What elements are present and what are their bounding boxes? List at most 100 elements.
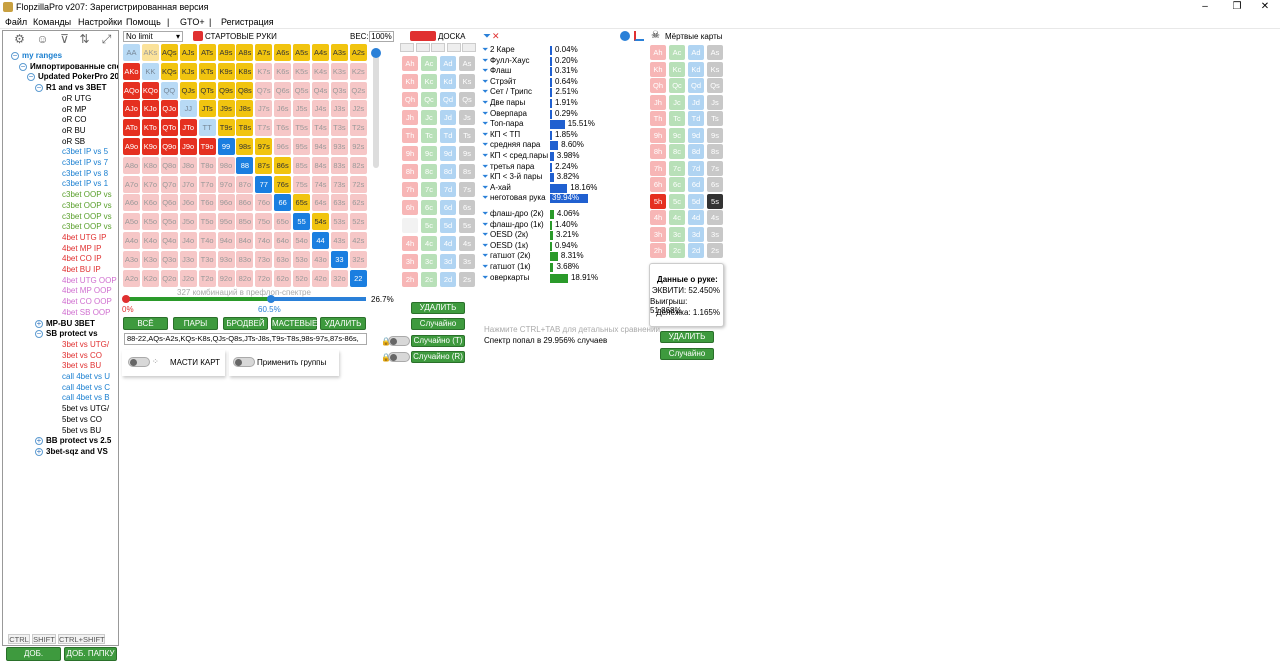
hand-cell[interactable]: K8s	[236, 62, 254, 80]
stat-filter-icon[interactable]: ⏷	[482, 230, 488, 240]
tree-item[interactable]: c3bet OOP vs	[62, 201, 112, 212]
hand-cell[interactable]: 93s	[330, 138, 348, 155]
groups-toggle[interactable]	[233, 357, 255, 367]
board-card[interactable]: Kc	[421, 74, 437, 89]
broadway-button[interactable]: БРОДВЕЙ	[223, 317, 268, 330]
board-card[interactable]: Ad	[440, 56, 456, 71]
stat-name[interactable]: 2 Каре	[490, 45, 515, 54]
stat-filter-icon[interactable]: ⏷	[482, 119, 488, 129]
hand-cell[interactable]: K7s	[255, 62, 273, 80]
tree-item[interactable]: c3bet IP vs 1	[62, 179, 108, 190]
users-icon[interactable]: ☺	[35, 32, 50, 46]
menu-commands[interactable]: Команды	[33, 17, 71, 27]
tree-toggle[interactable]: −	[35, 330, 43, 339]
limit-select[interactable]: No limit ▾	[123, 31, 183, 42]
hand-cell[interactable]: 64s	[312, 194, 329, 212]
dead-card[interactable]: Jd	[688, 94, 704, 110]
dead-card[interactable]: Js	[707, 94, 723, 110]
tree-item[interactable]: my ranges	[22, 51, 62, 62]
hand-cell[interactable]: J7o	[179, 175, 197, 193]
stat-filter-icon[interactable]: ⏷	[482, 262, 488, 272]
dead-delete-button[interactable]: УДАЛИТЬ	[660, 331, 714, 343]
stat-filter-icon[interactable]: ⏷	[482, 130, 488, 140]
dead-card[interactable]: 9h	[650, 127, 666, 143]
dead-card[interactable]: 9s	[707, 127, 723, 143]
hand-cell[interactable]: 88	[236, 156, 254, 174]
dead-card[interactable]: 2c	[669, 243, 685, 258]
board-card[interactable]: 6s	[459, 200, 475, 215]
stat-filter-icon[interactable]: ⏷	[482, 251, 488, 261]
settings-icon[interactable]: ⚙	[12, 32, 27, 46]
dead-card[interactable]: Kh	[650, 61, 666, 77]
hand-cell[interactable]: 42s	[349, 232, 367, 249]
hand-cell[interactable]: Q8s	[236, 81, 254, 99]
board-card[interactable]: 4s	[459, 236, 475, 251]
stat-filter-icon[interactable]: ⏷	[482, 45, 488, 55]
stat-name[interactable]: КП < сред.пары	[490, 151, 548, 160]
board-slot[interactable]	[446, 43, 461, 52]
stat-filter-icon[interactable]: ⏷	[482, 162, 488, 172]
hand-cell[interactable]: 83s	[330, 156, 348, 174]
hand-cell[interactable]: 52o	[293, 269, 311, 287]
board-card[interactable]: 7h	[402, 182, 418, 197]
dead-card[interactable]: 6c	[669, 177, 685, 192]
hand-cell[interactable]: 72s	[349, 175, 367, 193]
stat-filter-icon[interactable]: ⏷	[482, 241, 488, 251]
hand-cell[interactable]: 98s	[236, 138, 254, 155]
hand-cell[interactable]: A3s	[330, 44, 348, 61]
stat-name[interactable]: гатшот (2к)	[490, 251, 531, 260]
board-card[interactable]: Qh	[402, 92, 418, 107]
hand-cell[interactable]: J4o	[179, 232, 197, 249]
hand-cell[interactable]: 63s	[330, 194, 348, 212]
menu-settings[interactable]: Настройки	[78, 17, 122, 27]
hand-cell[interactable]: J5s	[293, 100, 311, 118]
hand-cell[interactable]: A2o	[123, 269, 140, 287]
range-slider-handle[interactable]	[266, 295, 275, 303]
all-button[interactable]: ВСЁ	[123, 317, 168, 330]
hand-cell[interactable]: K8o	[141, 156, 159, 174]
stat-filter-icon[interactable]: ⏷	[482, 87, 488, 97]
dead-card[interactable]: 7h	[650, 160, 666, 176]
hand-cell[interactable]: T4o	[198, 232, 216, 249]
hand-cell[interactable]: A7s	[255, 44, 273, 61]
dead-card[interactable]: 9d	[688, 127, 704, 143]
suits-toggle[interactable]	[128, 357, 150, 367]
dead-card[interactable]: 8d	[688, 144, 704, 159]
dead-card[interactable]: Kc	[669, 61, 685, 77]
stat-name[interactable]: гатшот (1к)	[490, 262, 531, 271]
hand-cell[interactable]: A5s	[293, 44, 311, 61]
dead-card[interactable]: 4d	[688, 210, 704, 225]
tree-toggle[interactable]: −	[35, 84, 43, 93]
stat-filter-icon[interactable]: ⏷	[482, 140, 488, 150]
tree-item[interactable]: 4bet UTG OOP	[62, 276, 117, 287]
menu-registration[interactable]: Регистрация	[221, 17, 274, 27]
board-card[interactable]: 8h	[402, 164, 418, 179]
tree-toggle[interactable]: +	[35, 437, 43, 446]
tree-item[interactable]: oR MP	[62, 105, 86, 116]
stat-name[interactable]: Оверпара	[490, 109, 527, 118]
hand-cell[interactable]: 72o	[255, 269, 273, 287]
board-delete-button[interactable]: УДАЛИТЬ	[411, 302, 465, 314]
hand-cell[interactable]: KJs	[179, 62, 197, 80]
dead-card[interactable]: 3d	[688, 226, 704, 242]
sort-icon[interactable]: ⇅	[77, 32, 92, 46]
hand-cell[interactable]: T7s	[255, 119, 273, 137]
stat-name[interactable]: КП < ТП	[490, 130, 520, 139]
hand-cell[interactable]: Q7o	[160, 175, 178, 193]
add-range-button[interactable]: ДОБ. СПЕКТР	[6, 647, 61, 670]
board-card[interactable]: Ac	[421, 56, 437, 71]
dead-card[interactable]: 6h	[650, 177, 666, 192]
dead-card[interactable]: 2h	[650, 243, 666, 258]
board-card[interactable]: Ks	[459, 74, 475, 89]
hand-cell[interactable]: J3s	[330, 100, 348, 118]
pairs-button[interactable]: ПАРЫ	[173, 317, 218, 330]
dead-card[interactable]: 3c	[669, 226, 685, 242]
board-card[interactable]: Jd	[440, 110, 456, 125]
hand-cell[interactable]: 33	[330, 250, 348, 268]
stat-name[interactable]: третья пара	[490, 162, 534, 171]
dead-card[interactable]: Ah	[650, 45, 666, 60]
hand-cell[interactable]: 62o	[274, 269, 292, 287]
hand-cell[interactable]: A9s	[217, 44, 235, 61]
hand-cell[interactable]: 65o	[274, 213, 292, 231]
tree-item[interactable]: 4bet MP OOP	[62, 286, 112, 297]
